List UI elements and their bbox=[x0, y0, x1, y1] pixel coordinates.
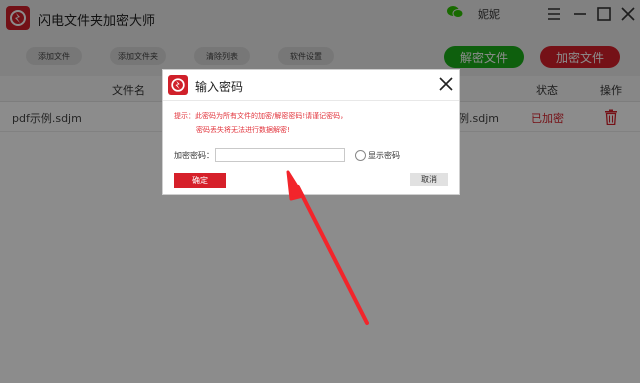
password-dialog: 输入密码 提示：此密码为所有文件的加密/解密密码!请谨记密码， 密码丢失将无法进… bbox=[162, 69, 460, 195]
show-password-label[interactable]: 显示密码 bbox=[368, 150, 400, 161]
dialog-divider bbox=[163, 100, 459, 101]
hint-line-2: 密码丢失将无法进行数据解密! bbox=[196, 126, 290, 134]
dialog-close-icon[interactable] bbox=[439, 77, 453, 91]
show-password-radio[interactable] bbox=[355, 150, 366, 161]
password-label: 加密密码： bbox=[174, 151, 214, 160]
dialog-title: 输入密码 bbox=[195, 80, 244, 94]
password-input[interactable] bbox=[215, 148, 345, 162]
dialog-logo-icon bbox=[168, 75, 188, 95]
cancel-button[interactable]: 取消 bbox=[410, 173, 448, 186]
hint-line-1: 提示：此密码为所有文件的加密/解密密码!请谨记密码， bbox=[174, 112, 348, 120]
ok-button[interactable]: 确定 bbox=[174, 173, 226, 188]
